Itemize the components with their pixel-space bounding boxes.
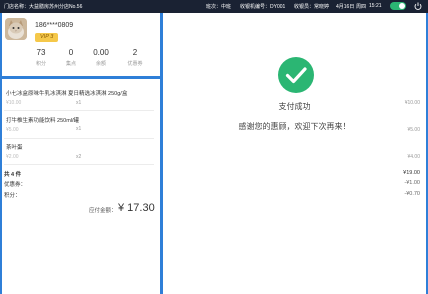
coupon-label: 优惠券： — [4, 182, 27, 188]
cashier-label: 收银员：常晓婷 — [294, 4, 330, 10]
vip-badge: VIP 3 — [35, 33, 59, 42]
product-name: 茶叶蛋 — [6, 145, 23, 151]
amount-due-value: ¥ 17.30 — [118, 202, 155, 214]
product-total: ¥4.00 — [407, 154, 420, 160]
thank-you-message: 感谢您的惠顾，欢迎下次再来！ — [238, 122, 351, 131]
weekday-label: 周四 — [356, 4, 367, 10]
cat-avatar-icon — [5, 18, 27, 40]
stat-coupons-label: 优惠券 — [127, 61, 143, 67]
frame-divider-vertical — [160, 13, 163, 294]
product-price: ¥10.00 — [6, 100, 22, 106]
product-price: ¥5.00 — [6, 127, 19, 133]
row-divider — [4, 138, 154, 139]
top-status-bar: 门店名称：大益膳房苏州分店No.56 班次：中班 收银机编号：DY001 收银员… — [0, 0, 428, 13]
toggle-knob — [399, 3, 405, 9]
stat-balance: 0.00 余额 — [86, 48, 116, 67]
store-name: 门店名称：大益膳房苏州分店No.56 — [4, 4, 83, 10]
product-name: 小七冰盒原味牛乳冰淇淋 夏日精选冰淇淋 250g/盒 — [6, 91, 128, 97]
date-label: 4月16日 — [336, 4, 355, 10]
points-value: -¥0.70 — [404, 191, 420, 197]
points-label: 积分： — [4, 193, 21, 199]
stat-points-value: 73 — [36, 48, 46, 57]
row-divider — [4, 164, 154, 165]
member-avatar — [5, 18, 27, 40]
amount-due-label: 应付金额： — [89, 208, 117, 214]
stat-points-label: 积分 — [35, 61, 46, 67]
stat-coupons-value: 2 — [132, 48, 138, 57]
product-qty: x1 — [76, 126, 82, 132]
row-divider — [4, 110, 154, 111]
register-label: 收银机编号：DY001 — [240, 4, 286, 10]
frame-divider-horizontal — [0, 76, 162, 79]
item-count-label: 共 4 件 — [4, 172, 22, 178]
stat-balance-label: 余额 — [95, 61, 106, 67]
frame-border-left — [0, 13, 2, 294]
stat-stamps: 0 集点 — [56, 48, 86, 67]
shift-label: 班次：中班 — [206, 4, 232, 10]
subtotal-value: ¥19.00 — [403, 170, 420, 176]
power-icon[interactable] — [413, 1, 423, 11]
member-phone: 186****0809 — [35, 22, 74, 29]
product-qty: x1 — [76, 100, 82, 106]
product-name: 打牛椎生素功能饮料 250ml/罐 — [6, 118, 80, 124]
success-check-icon — [278, 57, 314, 93]
stat-points: 73 积分 — [26, 48, 56, 67]
product-price: ¥2.00 — [6, 154, 19, 160]
time-label: 15:21 — [369, 3, 382, 9]
stat-stamps-value: 0 — [68, 48, 74, 57]
stat-stamps-label: 集点 — [65, 61, 76, 67]
coupon-value: -¥1.00 — [404, 180, 420, 186]
stat-balance-value: 0.00 — [93, 48, 109, 57]
payment-success-title: 支付成功 — [278, 102, 311, 111]
stat-coupons: 2 优惠券 — [120, 48, 150, 67]
product-qty: x2 — [76, 154, 82, 160]
online-toggle[interactable] — [390, 2, 406, 10]
